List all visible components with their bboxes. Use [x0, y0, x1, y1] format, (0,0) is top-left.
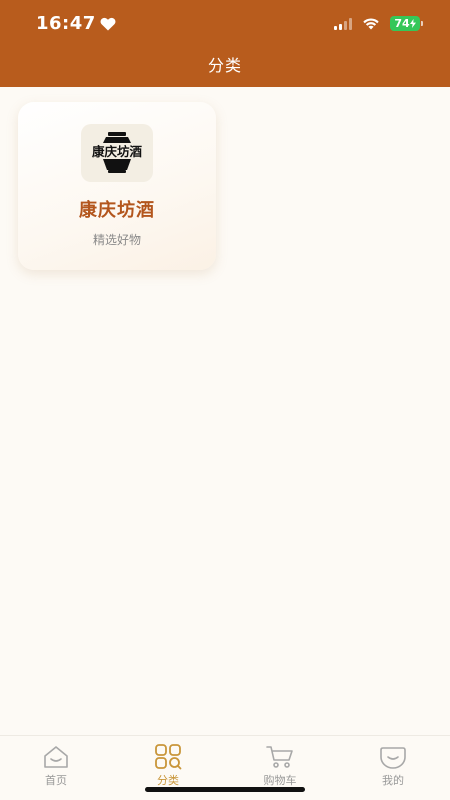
battery-level: 74 [394, 17, 410, 30]
category-icon [155, 744, 182, 770]
wifi-icon [363, 18, 379, 30]
category-list: 康庆坊酒 康庆坊酒 精选好物 [0, 87, 450, 735]
cellular-signal-icon [334, 17, 352, 30]
status-time: 16:47 [36, 13, 116, 34]
charging-bolt-icon [409, 19, 416, 28]
profile-icon [380, 747, 406, 769]
battery-indicator: 74 [390, 16, 423, 31]
category-card-kangqingfang[interactable]: 康庆坊酒 康庆坊酒 精选好物 [18, 102, 216, 270]
time-text: 16:47 [36, 13, 96, 34]
header-bar: 16:47 74 分类 [0, 0, 450, 87]
category-subtitle: 精选好物 [92, 233, 141, 247]
tab-profile[interactable]: 我的 [353, 744, 433, 794]
home-indicator[interactable] [145, 787, 305, 792]
tab-label: 首页 [45, 774, 67, 787]
tab-label: 购物车 [263, 774, 297, 787]
category-title: 康庆坊酒 [79, 200, 155, 221]
home-icon [44, 746, 68, 768]
page-title: 分类 [207, 56, 242, 75]
heart-icon [100, 17, 116, 30]
status-indicators: 74 [334, 16, 423, 31]
tab-home[interactable]: 首页 [16, 744, 96, 794]
cart-icon [266, 746, 293, 768]
status-bar: 16:47 74 [0, 0, 450, 48]
logo-text: 康庆坊酒 [92, 144, 143, 159]
tab-label: 我的 [382, 774, 404, 787]
tab-label: 分类 [157, 774, 179, 787]
brand-logo: 康庆坊酒 [81, 124, 153, 182]
